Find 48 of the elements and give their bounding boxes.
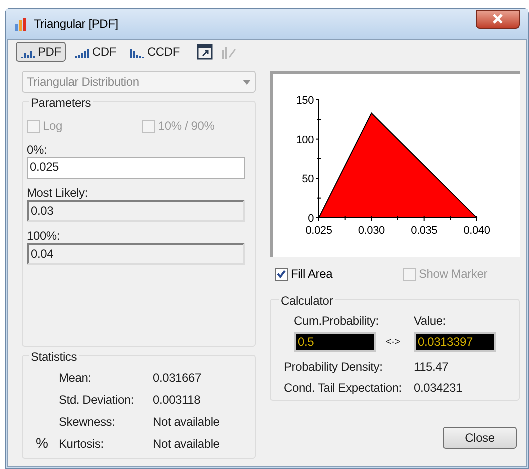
- axis-label: 0: [308, 213, 314, 225]
- stat-label: Std. Deviation:: [59, 392, 136, 408]
- stat-label: Mean:: [59, 370, 92, 386]
- stat-value: 0.031667: [153, 370, 202, 386]
- axis-label: 100: [296, 134, 314, 146]
- field-label: Most Likely:: [27, 185, 89, 198]
- result-value: 0.034231: [414, 380, 462, 397]
- field-label: 0%:: [27, 142, 48, 155]
- axis-label: 0.040: [464, 225, 490, 237]
- input-field[interactable]: 0.025: [27, 157, 245, 179]
- value-field[interactable]: 0.0313397: [414, 332, 496, 352]
- axis-label: 50: [302, 174, 314, 186]
- result-label: Probability Density:: [284, 359, 384, 376]
- result-value: 115.47: [414, 359, 449, 376]
- swap-symbol: <->: [386, 336, 402, 350]
- dropdown-arrow-icon: [243, 80, 251, 84]
- app-icon: [14, 17, 28, 31]
- close-button[interactable]: Close: [443, 427, 517, 449]
- window-title: Triangular [PDF]: [34, 16, 118, 33]
- stat-value: Not available: [153, 436, 220, 452]
- result-label: Cond. Tail Expectation:: [284, 380, 403, 397]
- probability-field[interactable]: 0.5: [294, 332, 376, 352]
- checkbox-label: 10% / 90%: [158, 118, 215, 135]
- axis-label: 0.025: [306, 225, 332, 237]
- window-icon[interactable]: [197, 44, 213, 60]
- checkbox-label: Log: [43, 118, 62, 135]
- input-field[interactable]: 0.03: [27, 200, 245, 222]
- chart-type-tab[interactable]: PDF: [16, 42, 66, 62]
- close-icon[interactable]: [476, 10, 520, 28]
- checkbox[interactable]: [275, 268, 288, 280]
- chart-type-tab[interactable]: CDF: [70, 42, 122, 62]
- stat-label: Skewness:: [59, 414, 116, 430]
- stat-label: Kurtosis:: [59, 436, 105, 452]
- axis-label: 0.030: [358, 225, 385, 237]
- field-label: 100%:: [27, 228, 62, 241]
- field-label: Value:: [414, 313, 446, 330]
- stat-value: Not available: [153, 414, 220, 430]
- stat-value: 0.003118: [153, 392, 201, 408]
- field-label: Cum.Probability:: [294, 313, 380, 330]
- checkbox-label: Show Marker: [419, 266, 488, 283]
- axis-label: 0.035: [411, 225, 438, 237]
- bar-chart-icon: [75, 46, 90, 58]
- percent-icon: %: [23, 433, 59, 454]
- chart-type-tab[interactable]: CCDF: [125, 42, 185, 62]
- input-field[interactable]: 0.04: [27, 243, 245, 265]
- bar-chart-icon: [130, 46, 144, 58]
- axis-label: 150: [296, 95, 314, 107]
- checkbox-label: Fill Area: [291, 266, 333, 283]
